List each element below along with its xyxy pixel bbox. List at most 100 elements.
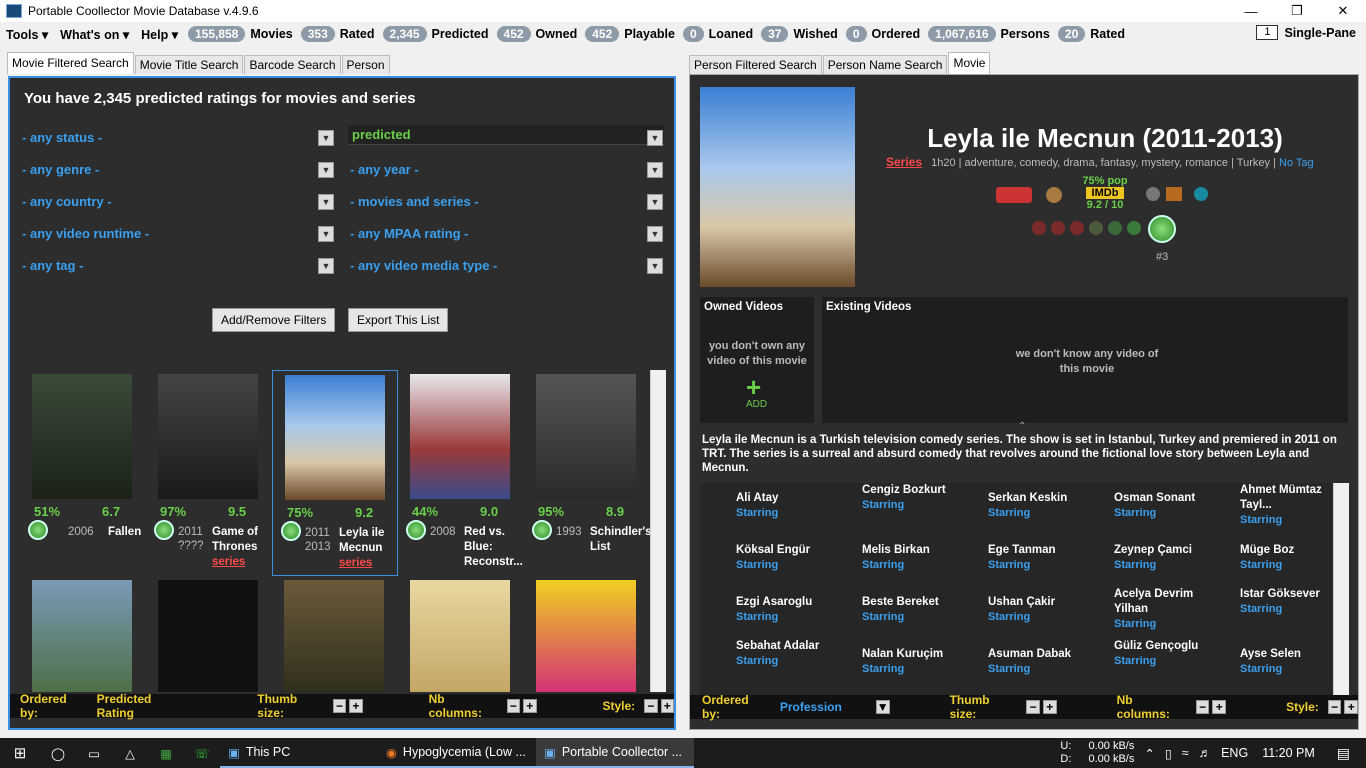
style-plus-button[interactable]: + <box>1344 700 1358 714</box>
cast-member[interactable]: Güliz Gençoglu Starring <box>1114 639 1214 669</box>
cast-member[interactable]: Nalan Kuruçim Starring <box>862 647 962 677</box>
cast-member[interactable]: Ali Atay Starring <box>736 491 836 521</box>
tab-person[interactable]: Person <box>341 55 390 74</box>
cast-role[interactable]: Starring <box>862 498 962 513</box>
thumb-minus-button[interactable]: − <box>1026 700 1040 714</box>
cast-role[interactable]: Starring <box>862 662 962 677</box>
cast-scrollbar[interactable] <box>1333 483 1349 695</box>
cast-role[interactable]: Starring <box>736 610 836 625</box>
cast-member[interactable]: Cengiz Bozkurt Starring <box>862 483 962 513</box>
columns-minus-button[interactable]: − <box>506 699 521 713</box>
add-remove-filters-button[interactable]: Add/Remove Filters <box>212 308 336 332</box>
search-icon[interactable] <box>1146 187 1160 201</box>
tab-person-filtered-search[interactable]: Person Filtered Search <box>689 55 822 74</box>
cast-member[interactable]: Istar Göksever Starring <box>1240 587 1326 617</box>
type-dropdown-icon[interactable]: ▼ <box>647 194 663 210</box>
filter-mpaa[interactable]: - any MPAA rating - <box>350 226 468 241</box>
rating-face-icon[interactable] <box>1032 221 1046 235</box>
no-tag-link[interactable]: No Tag <box>1279 157 1314 169</box>
filter-tag[interactable]: - any tag - <box>22 258 83 273</box>
movie-card[interactable]: 44% 9.0 2008 Red vs. Blue: Reconstr... <box>398 370 524 576</box>
imdb-block[interactable]: 75% pop IMDb 9.2 / 10 <box>1078 175 1132 211</box>
filter-genre[interactable]: - any genre - <box>22 162 99 177</box>
filter-country[interactable]: - any country - <box>22 194 112 209</box>
runtime-dropdown-icon[interactable]: ▼ <box>318 226 334 242</box>
media-dropdown-icon[interactable]: ▼ <box>647 258 663 274</box>
taskbar-firefox[interactable]: ◉ Hypoglycemia (Low ... <box>378 738 536 768</box>
export-list-button[interactable]: Export This List <box>348 308 449 332</box>
movie-card-selected[interactable]: 75% 9.2 2011 2013 Leyla ile Mecnun series <box>272 370 398 576</box>
genre-dropdown-icon[interactable]: ▼ <box>318 162 334 178</box>
cast-role[interactable]: Starring <box>1114 654 1214 669</box>
taskbar-this-pc[interactable]: ▣ This PC <box>220 738 378 768</box>
whatsapp-icon[interactable]: ☏ <box>184 738 220 768</box>
thumb-plus-button[interactable]: + <box>1042 700 1057 714</box>
notifications-icon[interactable]: ▤ <box>1337 745 1350 762</box>
spreadsheet-icon[interactable]: ▦ <box>148 738 184 768</box>
tab-movie[interactable]: Movie <box>948 52 991 74</box>
thumb-minus-button[interactable]: − <box>332 699 347 713</box>
predicted-filter-box[interactable]: predicted <box>348 125 664 145</box>
predicted-dropdown-icon[interactable]: ▼ <box>647 130 663 146</box>
tab-barcode-search[interactable]: Barcode Search <box>244 55 341 74</box>
cube-icon[interactable]: △ <box>112 738 148 768</box>
cast-role[interactable]: Starring <box>988 662 1088 677</box>
search-icon[interactable]: ◯ <box>40 738 76 768</box>
clock[interactable]: 11:20 PM <box>1262 746 1315 760</box>
single-pane-toggle[interactable]: 1 Single-Pane <box>1256 25 1356 40</box>
movie-card[interactable] <box>146 576 272 692</box>
columns-plus-button[interactable]: + <box>1212 700 1227 714</box>
stat-item[interactable]: 452 Playable <box>585 26 675 42</box>
columns-plus-button[interactable]: + <box>523 699 537 713</box>
ordered-by-value[interactable]: Predicted Rating <box>97 692 188 720</box>
tab-movie-title-search[interactable]: Movie Title Search <box>134 55 244 74</box>
filter-status[interactable]: - any status - <box>22 130 102 145</box>
tab-movie-filtered-search[interactable]: Movie Filtered Search <box>7 52 134 74</box>
collapse-chevron-icon[interactable]: ⌃ <box>1018 421 1026 432</box>
cast-member[interactable]: Beste Bereket Starring <box>862 595 962 625</box>
menu-tools[interactable]: Tools ▾ <box>0 27 54 42</box>
year-dropdown-icon[interactable]: ▼ <box>647 162 663 178</box>
movie-card[interactable]: 51% 6.7 2006 Fallen <box>20 370 146 576</box>
windows-start-icon[interactable]: ⊞ <box>0 738 40 768</box>
stat-item[interactable]: 155,858 Movies <box>187 26 293 42</box>
movie-card[interactable]: 97% 9.5 2011???? Game of Thrones series <box>146 370 272 576</box>
movie-card[interactable] <box>20 576 146 692</box>
book-icon[interactable] <box>1166 187 1182 201</box>
rating-badge-icon[interactable] <box>532 520 552 540</box>
language-indicator[interactable]: ENG <box>1221 746 1248 760</box>
ordered-by-dropdown-icon[interactable]: ▼ <box>875 700 890 714</box>
tab-person-name-search[interactable]: Person Name Search <box>822 55 948 74</box>
cast-role[interactable]: Starring <box>1240 558 1326 573</box>
cast-member[interactable]: Zeynep Çamci Starring <box>1114 543 1214 573</box>
volume-icon[interactable]: ♬ <box>1199 746 1212 760</box>
status-dropdown-icon[interactable]: ▼ <box>318 130 334 146</box>
cast-role[interactable]: Starring <box>736 558 836 573</box>
rating-face-icon[interactable] <box>1051 221 1065 235</box>
cast-member[interactable]: Acelya Devrim Yilhan Starring <box>1114 587 1214 632</box>
cast-member[interactable]: Ezgi Asaroglu Starring <box>736 595 836 625</box>
add-label[interactable]: ADD <box>746 399 767 410</box>
cast-member[interactable]: Sebahat Adalar Starring <box>736 639 836 669</box>
thumb-plus-button[interactable]: + <box>349 699 363 713</box>
movie-card[interactable] <box>398 576 524 692</box>
rating-badge-icon[interactable] <box>154 520 174 540</box>
cast-member[interactable]: Köksal Engür Starring <box>736 543 836 573</box>
filter-year[interactable]: - any year - <box>350 162 419 177</box>
movie-card[interactable] <box>524 576 650 692</box>
cast-member[interactable]: Melis Birkan Starring <box>862 543 962 573</box>
stat-item[interactable]: 2,345 Predicted <box>382 26 489 42</box>
person-icon[interactable] <box>1046 187 1062 203</box>
wifi-icon[interactable]: ≈ <box>1182 746 1189 760</box>
youtube-icon[interactable] <box>996 187 1032 203</box>
filter-video-runtime[interactable]: - any video runtime - <box>22 226 149 241</box>
stat-item[interactable]: 37 Wished <box>761 26 838 42</box>
cast-member[interactable]: Ahmet Mümtaz Tayl... Starring <box>1240 483 1326 528</box>
stat-item[interactable]: 353 Rated <box>300 26 375 42</box>
menu-whats-on[interactable]: What's on ▾ <box>54 27 135 42</box>
cast-role[interactable]: Starring <box>1240 513 1326 528</box>
rating-face-icon[interactable] <box>1108 221 1122 235</box>
filter-movies-series[interactable]: - movies and series - <box>350 194 479 209</box>
cast-member[interactable]: Ayse Selen Starring <box>1240 647 1326 677</box>
style-plus-button[interactable]: + <box>660 699 674 713</box>
